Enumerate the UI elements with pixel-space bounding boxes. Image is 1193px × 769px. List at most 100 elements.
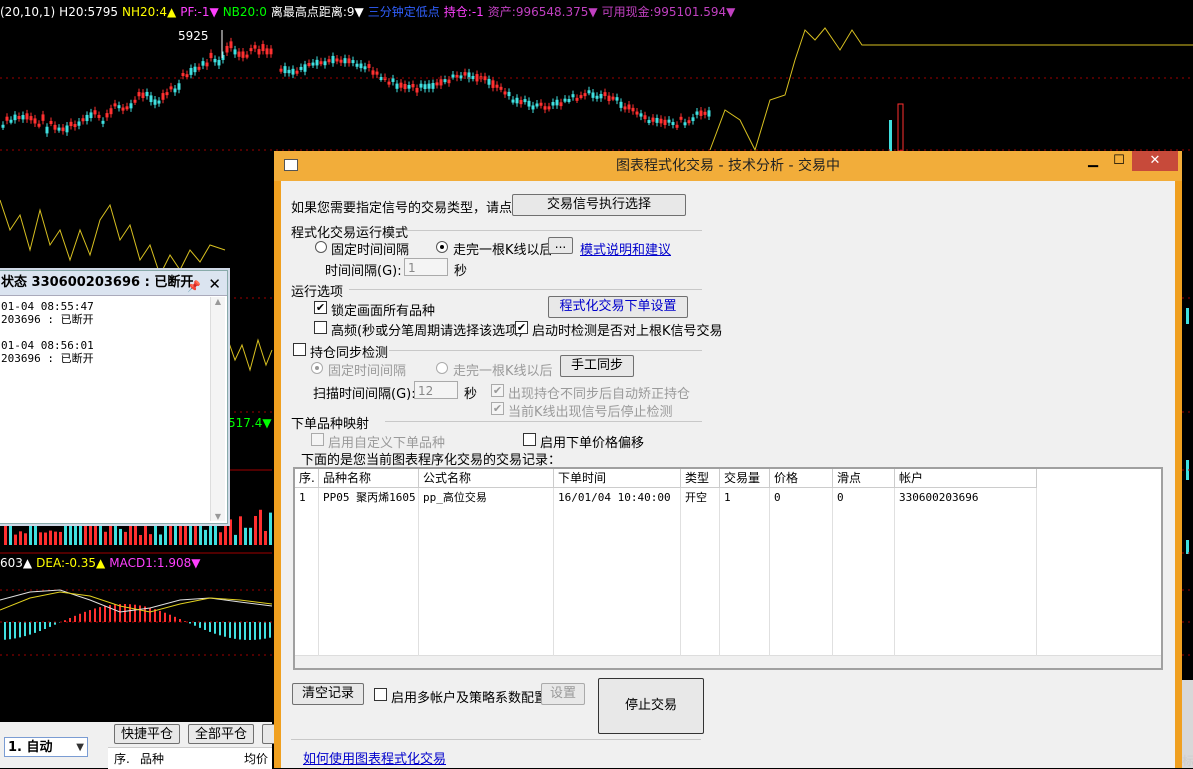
auto-correct-checkbox[interactable]: ✔ [491,384,504,397]
after-kline-radio[interactable] [436,241,448,253]
column-header[interactable]: 序. [295,469,319,488]
signal-select-button[interactable]: 交易信号执行选择 [512,194,686,216]
trade-records-table[interactable]: 序.品种名称公式名称下单时间类型交易量价格滑点帐户 1 PP05 聚丙烯1605p… [293,467,1163,670]
macd-bar [164,613,166,622]
indicator-value: H20:5795 [59,5,118,19]
mapping-group-label: 下单品种映射 [291,413,369,432]
close-icon[interactable]: ✕ [1132,151,1178,171]
candle-body [66,126,68,132]
volume-bar [59,532,62,545]
multi-account-settings-button[interactable]: 设置 [541,683,585,705]
column-header[interactable]: 品种名称 [319,469,419,488]
candle-body [428,84,430,88]
candle-body [150,96,152,102]
check-last-signal-checkbox[interactable]: ✔ [515,321,528,334]
volume-bar [204,530,207,545]
scroll-down-icon[interactable]: ▼ [211,512,225,521]
horizontal-scrollbar[interactable] [295,655,1161,668]
order-settings-button[interactable]: 程式化交易下单设置 [548,296,688,318]
macd-bar [104,606,106,622]
chevron-down-icon[interactable]: ▼ [76,738,84,758]
table-cell[interactable]: 16/01/04 10:40:00 [554,490,671,506]
scan-interval-input[interactable]: 12 [414,381,458,399]
close-all-button[interactable]: 全部平仓 [188,724,254,744]
volume-bar [14,535,17,545]
stop-on-signal-checkbox[interactable]: ✔ [491,402,504,415]
column-header[interactable]: 价格 [770,469,833,488]
clear-records-button[interactable]: 清空记录 [292,683,364,705]
candle-body [672,123,674,125]
macd-bar [49,622,51,627]
macd-bar [254,622,256,640]
volume-bar [229,519,232,545]
candle-body [564,99,566,101]
column-header[interactable]: 滑点 [833,469,895,488]
candle-body [190,68,192,74]
macd-header: 603▲DEA:-0.35▲MACD1:1.908▼ [0,556,205,570]
candle-body [364,67,366,69]
candle-body [556,100,558,105]
candle-body [312,63,314,65]
pos-sync-checkbox[interactable] [293,343,306,356]
column-header[interactable]: 交易量 [720,469,770,488]
candle-body [696,112,698,114]
multi-account-label: 启用多帐户及策略系数配置 [391,687,547,706]
macd-bar [114,604,116,622]
maximize-icon[interactable]: ☐ [1106,151,1132,171]
column-gridline [769,488,770,656]
indicator-value: 资产:996548.375▼ [488,5,598,19]
sync-fixed-label: 固定时间间隔 [328,360,406,379]
volume-bar [244,528,247,545]
close-icon[interactable]: ✕ [208,272,221,296]
scroll-up-icon[interactable]: ▲ [211,297,225,306]
candle-body [552,103,554,105]
kline-options-button[interactable]: ... [548,237,573,254]
stop-trading-button[interactable]: 停止交易 [598,678,704,734]
howto-link[interactable]: 如何使用图表程式化交易 [303,748,446,767]
multi-account-checkbox[interactable] [374,688,387,701]
candle-body [516,98,518,103]
column-header[interactable]: 类型 [681,469,720,488]
status-title-text: 状态 330600203696 : 已断开 [1,275,193,290]
indicator-value: 可用现金:995101.594▼ [602,5,736,19]
quick-close-button[interactable]: 快捷平仓 [114,724,180,744]
table-cell[interactable]: 1 [720,490,731,506]
macd-bar [269,622,271,638]
table-cell[interactable]: 开空 [681,490,707,506]
table-cell[interactable]: 330600203696 [895,490,978,506]
macd-bar [159,611,161,622]
column-gridline [894,488,895,656]
mode-select[interactable]: 1. 自动 ▼ [4,737,88,757]
manual-sync-button[interactable]: 手工同步 [560,355,634,377]
status-scrollbar[interactable]: ▲ ▼ [210,297,225,521]
volume-bar [249,528,252,545]
candle-body [616,98,618,100]
price-offset-checkbox[interactable] [523,433,536,446]
sync-after-kline-radio[interactable] [436,362,448,374]
column-header[interactable]: 公式名称 [419,469,554,488]
table-cell[interactable]: 0 [770,490,781,506]
macd-bar [184,621,186,622]
candle-body [22,116,24,119]
candle-body [648,121,650,123]
minimize-icon[interactable]: ▁ [1080,151,1106,171]
lock-all-checkbox[interactable]: ✔ [314,301,327,314]
column-header[interactable]: 帐户 [895,469,1037,488]
column-gridline [1036,488,1037,656]
custom-symbol-checkbox[interactable] [311,433,324,446]
table-cell[interactable]: 0 [833,490,844,506]
fixed-interval-radio[interactable] [315,241,327,253]
table-cell[interactable]: 1 [295,490,306,506]
table-cell[interactable]: PP05 聚丙烯1605 [319,490,416,506]
high-freq-checkbox[interactable] [314,321,327,334]
fixed-interval-label: 固定时间间隔 [331,239,409,258]
scan-interval-unit: 秒 [464,383,477,402]
pin-icon[interactable]: 📌 [187,275,201,299]
interval-input[interactable]: 1 [404,258,448,276]
table-cell[interactable]: pp_高位交易 [419,490,487,506]
dialog-titlebar[interactable]: 图表程式化交易 - 技术分析 - 交易中 ▁ ☐ ✕ [274,151,1182,181]
sync-fixed-radio[interactable] [311,362,323,374]
mode-help-link[interactable]: 模式说明和建议 [580,239,671,258]
column-header[interactable]: 下单时间 [554,469,681,488]
candle-body [158,101,160,103]
